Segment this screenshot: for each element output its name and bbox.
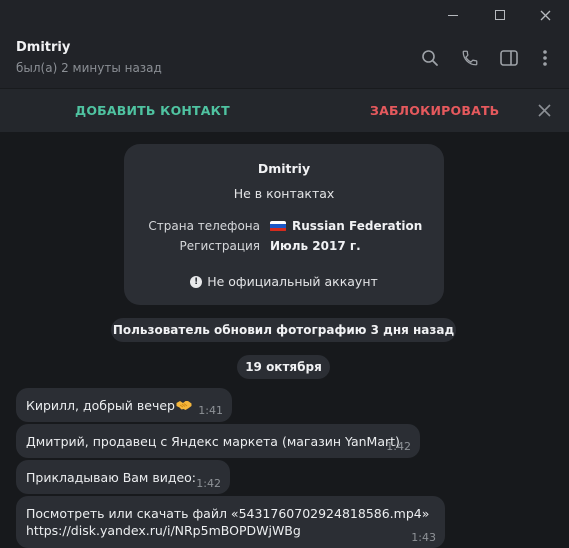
message-time: 1:41: [198, 404, 223, 417]
more-button[interactable]: [533, 46, 557, 70]
unofficial-account-text: Не официальный аккаунт: [207, 274, 378, 289]
service-message: Пользователь обновил фотографию 3 дня на…: [111, 318, 456, 342]
window-titlebar: [0, 0, 569, 30]
phone-country-label: Страна телефона: [148, 219, 260, 233]
exclamation-icon: !: [190, 275, 203, 288]
block-user-button[interactable]: ЗАБЛОКИРОВАТЬ: [370, 103, 499, 118]
minimize-button[interactable]: [430, 0, 476, 30]
message-body: Кирилл, добрый вечер: [26, 398, 175, 413]
search-button[interactable]: [418, 46, 442, 70]
chat-header: Dmitriy был(а) 2 минуты назад: [0, 30, 569, 88]
maximize-button[interactable]: [477, 0, 523, 30]
add-contact-button[interactable]: ДОБАВИТЬ КОНТАКТ: [75, 103, 230, 118]
contact-action-bar: ДОБАВИТЬ КОНТАКТ ЗАБЛОКИРОВАТЬ: [0, 88, 569, 132]
not-in-contacts-label: Не в контактах: [233, 186, 335, 201]
message-bubble[interactable]: Прикладываю Вам видео: 1:42: [16, 460, 230, 494]
close-window-button[interactable]: [522, 0, 568, 30]
peer-info-card: Dmitriy Не в контактах Страна телефона R…: [124, 144, 444, 305]
phone-country-value: Russian Federation: [270, 219, 422, 233]
registration-label: Регистрация: [179, 239, 260, 253]
handshake-emoji-icon: [176, 401, 192, 410]
call-button[interactable]: [458, 46, 482, 70]
registration-value: Июль 2017 г.: [270, 239, 361, 253]
message-bubble[interactable]: Кирилл, добрый вечер 1:41: [16, 388, 232, 422]
message-time: 1:42: [386, 440, 411, 453]
phone-icon: [462, 50, 478, 66]
message-time: 1:43: [411, 531, 436, 544]
message-time: 1:42: [196, 477, 221, 490]
unofficial-account-notice: ! Не официальный аккаунт: [124, 274, 444, 289]
more-vertical-icon: [543, 50, 547, 66]
peer-name[interactable]: Dmitriy: [16, 40, 70, 55]
message-bubble[interactable]: Посмотреть или скачать файл «54317607029…: [16, 496, 445, 548]
maximize-icon: [495, 10, 505, 20]
sidebar-toggle-icon: [500, 50, 518, 66]
date-separator: 19 октября: [237, 355, 330, 379]
card-peer-name: Dmitriy: [257, 161, 311, 176]
minimize-icon: [448, 14, 458, 16]
message-text: Дмитрий, продавец с Яндекс маркета (мага…: [26, 434, 400, 449]
peer-last-seen: был(а) 2 минуты назад: [16, 61, 162, 75]
russia-flag-icon: [270, 220, 286, 232]
sidebar-toggle-button[interactable]: [497, 46, 521, 70]
message-text: Посмотреть или скачать файл «54317607029…: [26, 505, 429, 539]
message-link[interactable]: https://disk.yandex.ru/i/NRp5mBOPDWjWBg: [26, 522, 429, 539]
message-line: Посмотреть или скачать файл «54317607029…: [26, 506, 430, 521]
close-icon: [537, 103, 551, 117]
search-icon: [422, 50, 438, 66]
dismiss-action-bar-button[interactable]: [534, 100, 554, 120]
message-bubble[interactable]: Дмитрий, продавец с Яндекс маркета (мага…: [16, 424, 420, 458]
message-text: Кирилл, добрый вечер: [26, 397, 192, 414]
close-icon: [540, 10, 550, 20]
message-text: Прикладываю Вам видео:: [26, 470, 197, 485]
phone-country-text: Russian Federation: [292, 219, 423, 233]
